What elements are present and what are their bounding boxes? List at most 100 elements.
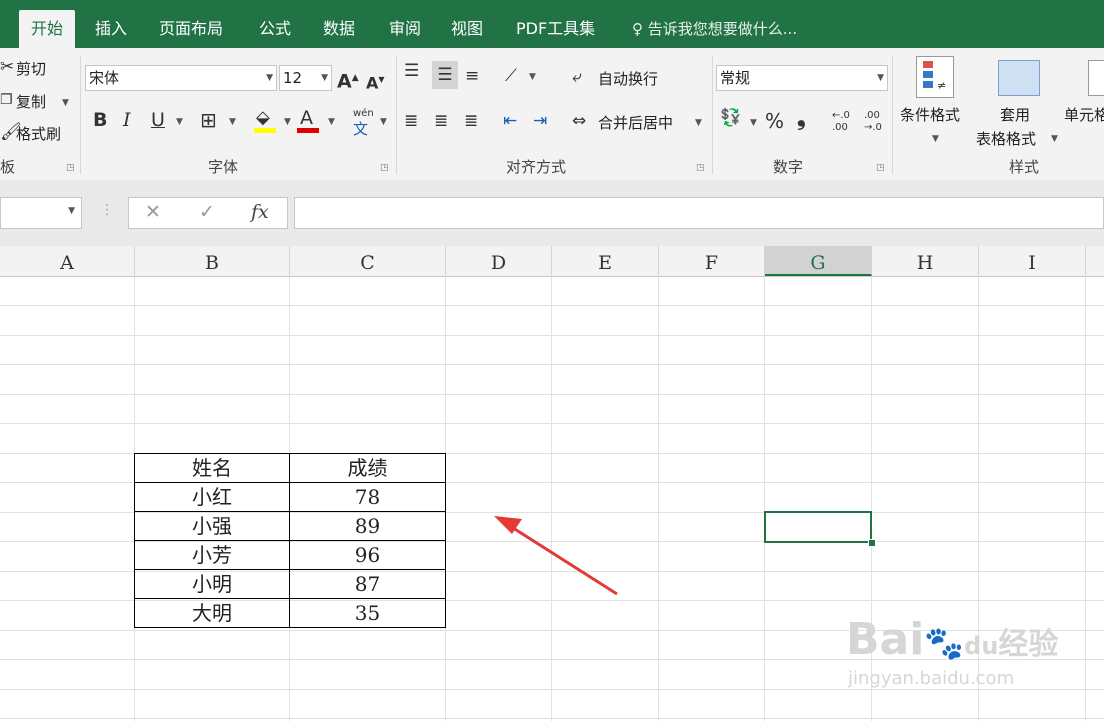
- tab-pdf-tools[interactable]: PDF工具集: [504, 10, 607, 48]
- increase-decimal-bottom: .00: [832, 122, 848, 133]
- borders-icon[interactable]: ⊞: [200, 110, 217, 130]
- cell-styles-button[interactable]: 单元格: [1062, 54, 1104, 154]
- align-middle-icon[interactable]: ☰: [432, 61, 458, 89]
- underline-dropdown-icon[interactable]: ▼: [176, 117, 183, 127]
- orientation-icon[interactable]: ⟋: [505, 66, 517, 86]
- cut-button[interactable]: 剪切: [16, 58, 46, 79]
- column-header-h[interactable]: H: [872, 246, 979, 276]
- chevron-down-icon: ▼: [877, 73, 884, 83]
- number-group-label: 数字: [773, 158, 804, 176]
- tab-formulas[interactable]: 公式: [247, 10, 303, 48]
- cell-styles-icon: [1088, 60, 1104, 96]
- phonetic-guide-button[interactable]: wén 文: [343, 108, 374, 148]
- tab-data[interactable]: 数据: [311, 10, 367, 48]
- copy-dropdown-icon[interactable]: ▼: [62, 98, 69, 108]
- font-size-value: 12: [283, 69, 303, 87]
- enter-icon[interactable]: ✓: [199, 201, 215, 223]
- cancel-icon[interactable]: ✕: [145, 201, 161, 223]
- orientation-dropdown-icon[interactable]: ▼: [529, 72, 536, 82]
- font-color-dropdown-icon[interactable]: ▼: [328, 117, 335, 127]
- insert-function-button[interactable]: fx: [251, 201, 269, 223]
- tell-me-text: 告诉我您想要做什么...: [647, 20, 798, 38]
- group-separator: [396, 56, 397, 174]
- format-as-table-button[interactable]: 套用 表格格式 ▼: [974, 54, 1060, 154]
- tab-view[interactable]: 视图: [439, 10, 495, 48]
- tab-page-layout[interactable]: 页面布局: [147, 10, 235, 48]
- font-launcher-icon[interactable]: ◳: [380, 163, 389, 173]
- scissors-icon: ✂: [0, 57, 15, 77]
- percent-button[interactable]: %: [765, 111, 784, 131]
- column-header-f[interactable]: F: [659, 246, 765, 276]
- name-box[interactable]: ▼: [0, 197, 82, 229]
- align-center-icon[interactable]: ≣: [434, 111, 448, 131]
- column-header-d[interactable]: D: [446, 246, 552, 276]
- formula-bar-area: ▼ ⋮ ✕ ✓ fx: [0, 180, 1104, 246]
- column-header-a[interactable]: A: [0, 246, 135, 276]
- align-right-icon[interactable]: ≣: [464, 111, 478, 131]
- tell-me-box[interactable]: ♀ 告诉我您想要做什么...: [632, 10, 797, 48]
- watermark-brand: Bai: [846, 614, 925, 665]
- clipboard-launcher-icon[interactable]: ◳: [66, 163, 75, 173]
- tab-home[interactable]: 开始: [19, 10, 76, 48]
- copy-button[interactable]: 复制: [16, 91, 46, 112]
- grip-icon: ⋮: [100, 202, 114, 218]
- merge-center-icon: ⇔: [572, 111, 587, 131]
- column-header-i[interactable]: I: [979, 246, 1086, 276]
- decrease-decimal-button[interactable]: .00 →.0: [864, 110, 890, 140]
- font-name-select[interactable]: 宋体 ▼: [85, 65, 277, 91]
- font-size-select[interactable]: 12 ▼: [279, 65, 332, 91]
- align-top-icon[interactable]: ☰: [404, 61, 419, 81]
- merge-center-button[interactable]: 合并后居中: [598, 112, 673, 133]
- column-header-b[interactable]: B: [135, 246, 290, 276]
- tab-review[interactable]: 审阅: [377, 10, 433, 48]
- arrow-shaft: [509, 524, 618, 596]
- formula-input[interactable]: [294, 197, 1104, 229]
- tab-insert[interactable]: 插入: [83, 10, 139, 48]
- bold-button[interactable]: B: [93, 110, 107, 130]
- conditional-formatting-label: 条件格式: [900, 106, 961, 124]
- baidu-watermark-logo: Bai🐾du经验: [846, 614, 1059, 665]
- fill-color-dropdown-icon[interactable]: ▼: [284, 117, 291, 127]
- format-as-table-icon: [998, 60, 1040, 96]
- align-bottom-icon[interactable]: ≡: [465, 66, 479, 86]
- shrink-font-label: A: [366, 73, 379, 93]
- column-header-e[interactable]: E: [552, 246, 659, 276]
- column-header-c[interactable]: C: [290, 246, 446, 276]
- conditional-formatting-icon: ≠: [916, 56, 954, 98]
- increase-decimal-button[interactable]: ←.0 .00: [832, 110, 858, 140]
- currency-icon[interactable]: 💱: [720, 108, 741, 128]
- number-format-select[interactable]: 常规 ▼: [716, 65, 888, 91]
- wrap-text-button[interactable]: 自动换行: [598, 68, 658, 89]
- number-launcher-icon[interactable]: ◳: [876, 163, 885, 173]
- currency-dropdown-icon[interactable]: ▼: [750, 118, 757, 128]
- merge-dropdown-icon[interactable]: ▼: [695, 118, 702, 128]
- conditional-formatting-button[interactable]: ≠ 条件格式 ▼: [898, 54, 972, 154]
- styles-group-label: 样式: [1009, 158, 1040, 176]
- font-group-label: 字体: [208, 158, 239, 176]
- font-color-icon[interactable]: A: [297, 108, 319, 133]
- grow-font-button[interactable]: A▲: [337, 68, 359, 91]
- italic-button[interactable]: I: [123, 110, 131, 130]
- shrink-font-button[interactable]: A▼: [366, 70, 385, 93]
- format-painter-button[interactable]: 格式刷: [16, 123, 61, 144]
- alignment-launcher-icon[interactable]: ◳: [696, 163, 705, 173]
- underline-button[interactable]: U: [151, 110, 165, 130]
- chevron-down-icon: ▼: [1051, 134, 1058, 144]
- alignment-group-label: 对齐方式: [506, 158, 567, 176]
- align-left-icon[interactable]: ≣: [404, 111, 418, 131]
- column-header-g[interactable]: G: [765, 246, 872, 276]
- chevron-down-icon: ▼: [266, 73, 273, 83]
- increase-decimal-top: ←.0: [832, 110, 850, 121]
- ribbon-tab-bar: 开始 插入 页面布局 公式 数据 审阅 视图 PDF工具集 ♀ 告诉我您想要做什…: [0, 0, 1104, 48]
- ribbon-home: ✂ 剪切 ❐ 复制 ▼ 🖌 格式刷 板 ◳ 宋体 ▼ 12 ▼ A▲ A▼ B …: [0, 48, 1104, 181]
- decrease-indent-icon[interactable]: ⇤: [503, 111, 517, 131]
- increase-indent-icon[interactable]: ⇥: [533, 111, 547, 131]
- font-color-swatch: [297, 128, 319, 133]
- worksheet-grid[interactable]: 姓名 成绩 小红 78 小强 89 小芳 96 小明 87 大明 35 Bai🐾…: [0, 276, 1104, 721]
- decrease-decimal-bottom: →.0: [864, 122, 882, 133]
- phonetic-dropdown-icon[interactable]: ▼: [380, 117, 387, 127]
- fill-color-icon[interactable]: ⬙: [254, 108, 276, 133]
- copy-icon: ❐: [0, 92, 13, 108]
- borders-dropdown-icon[interactable]: ▼: [229, 117, 236, 127]
- comma-style-button[interactable]: ❟: [797, 108, 806, 130]
